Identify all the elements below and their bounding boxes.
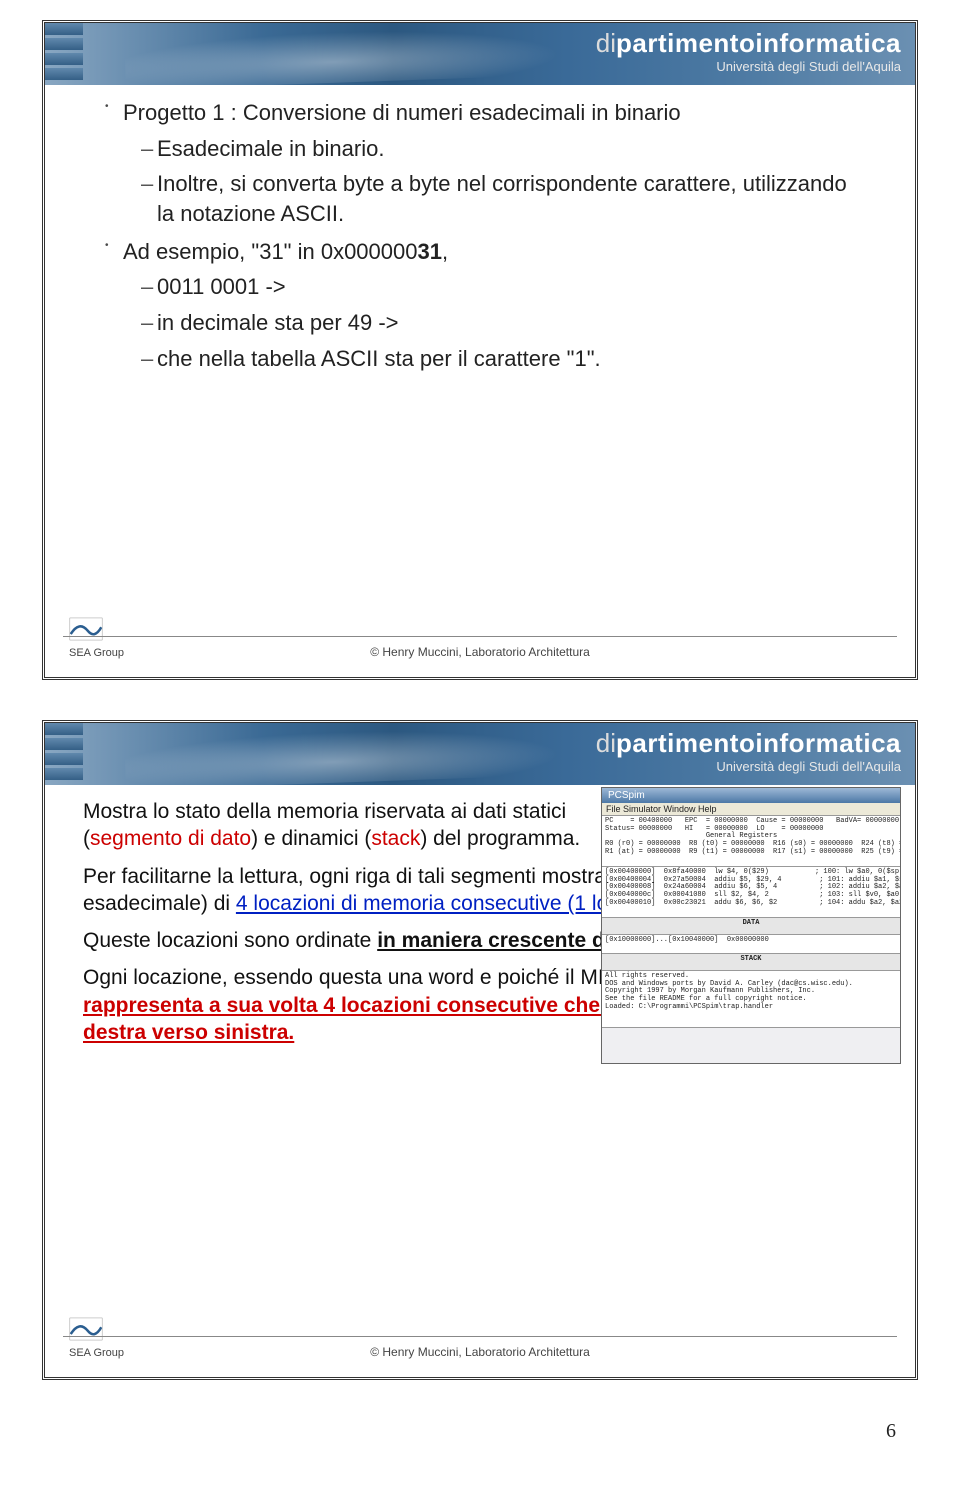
- pcspim-console: All rights reserved. DOS and Windows por…: [602, 971, 900, 1028]
- sub-hex: Esadecimale in binario.: [141, 134, 865, 164]
- page-number: 6: [42, 1420, 918, 1443]
- bullet-example: Ad esempio, "31" in 0x00000031, Ad esemp…: [105, 237, 865, 267]
- pcspim-stack-label: STACK: [602, 954, 900, 971]
- footer-credit-2: © Henry Muccini, Laboratorio Architettur…: [45, 1345, 915, 1359]
- slide1-body: Progetto 1 : Conversione di numeri esade…: [105, 98, 865, 374]
- sub-dec: in decimale sta per 49 ->: [141, 308, 865, 338]
- pcspim-registers: PC = 00400000 EPC = 00000000 Cause = 000…: [602, 816, 900, 867]
- slide-2: dipartimentoinformatica Università degli…: [42, 720, 918, 1380]
- sub-bin: 0011 0001 ->: [141, 272, 865, 302]
- sub-ascii: Inoltre, si converta byte a byte nel cor…: [141, 169, 865, 228]
- sea-logo-icon: [69, 617, 103, 641]
- sub-char: che nella tabella ASCII sta per il carat…: [141, 344, 865, 374]
- brand-prefix: di: [596, 28, 616, 58]
- brand-sub: Università degli Studi dell'Aquila: [596, 60, 901, 74]
- bullet-project: Progetto 1 : Conversione di numeri esade…: [105, 98, 865, 128]
- pcspim-menu: File Simulator Window Help: [602, 803, 900, 816]
- pcspim-data: [0x10000000]...[0x10040000] 0x00000000: [602, 935, 900, 954]
- header-band: dipartimentoinformatica Università degli…: [45, 23, 915, 85]
- pcspim-screenshot: PCSpim File Simulator Window Help PC = 0…: [601, 787, 901, 1064]
- footer-credit: © Henry Muccini, Laboratorio Architettur…: [45, 645, 915, 659]
- slide-1: dipartimentoinformatica Università degli…: [42, 20, 918, 680]
- pcspim-data-label: DATA: [602, 918, 900, 935]
- brand: dipartimentoinformatica Università degli…: [596, 29, 901, 74]
- brand-2: dipartimentoinformatica Università degli…: [596, 729, 901, 774]
- header-band-2: dipartimentoinformatica Università degli…: [45, 723, 915, 785]
- brand-main: partimentoinformatica: [616, 28, 901, 58]
- para-state: Mostra lo stato della memoria riservata …: [83, 798, 603, 853]
- pcspim-text-segment: [0x00400000] 0x8fa40000 lw $4, 0($29) ; …: [602, 867, 900, 918]
- pcspim-titlebar: PCSpim: [602, 788, 900, 803]
- sea-logo-icon-2: [69, 1317, 103, 1341]
